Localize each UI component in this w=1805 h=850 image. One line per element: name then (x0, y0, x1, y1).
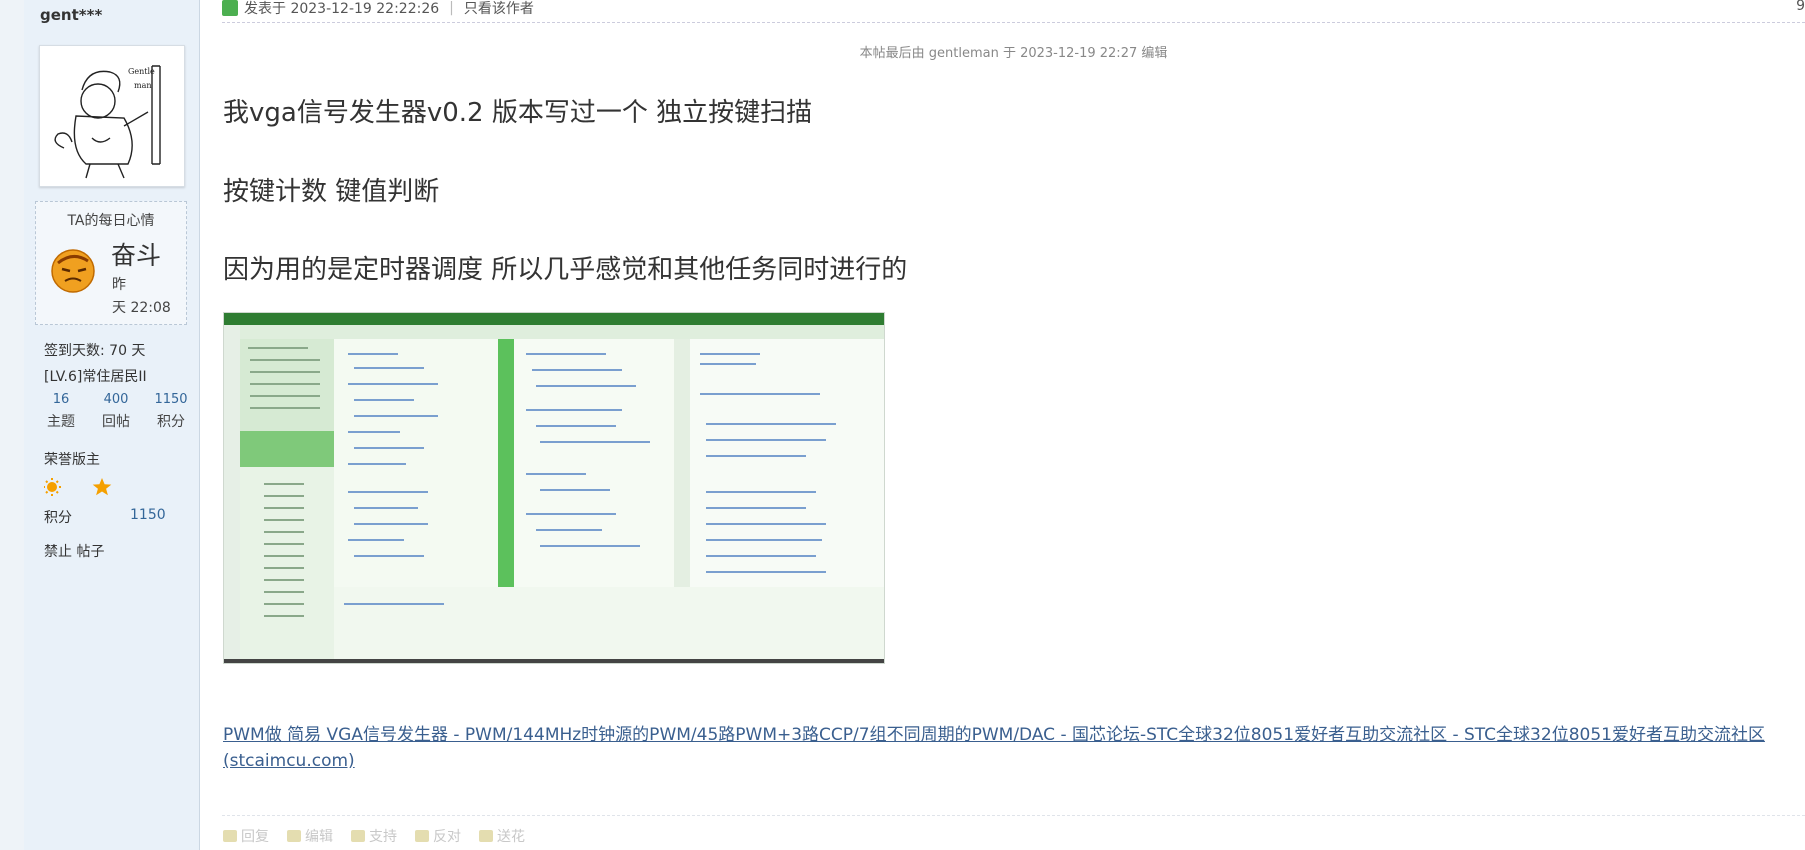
stat-replies-value: 400 (103, 392, 129, 407)
stat-points-value: 1150 (154, 392, 188, 407)
star-icon (92, 478, 112, 496)
user-level[interactable]: [LV.6]常住居民II (44, 366, 147, 386)
support-label: 支持 (369, 829, 397, 845)
oppose-button[interactable]: 反对 (415, 826, 461, 846)
points-label: 积分 (44, 510, 72, 526)
flower-icon (479, 830, 493, 842)
reply-icon (223, 830, 237, 842)
moon-icon (70, 479, 78, 495)
post-line-2: 按键计数 键值判断 (223, 177, 440, 207)
ban-status: 禁止 帖子 (44, 544, 105, 560)
mood-title: TA的每日心情 (67, 213, 155, 229)
edit-button[interactable]: 编辑 (287, 826, 333, 846)
post-line-3: 因为用的是定时器调度 所以几乎感觉和其他任务同时进行的 (223, 255, 908, 285)
avatar-sketch-icon: Gentle man (40, 46, 184, 186)
code-editor-screenshot[interactable] (223, 312, 885, 664)
mood-face-icon (51, 249, 95, 293)
medal-icons (43, 477, 118, 501)
edit-label: 编辑 (305, 829, 333, 845)
stat-topics-label: 主题 (47, 414, 75, 430)
oppose-label: 反对 (433, 829, 461, 845)
meta-divider (222, 22, 1805, 23)
reference-link[interactable]: PWM做 简易 VGA信号发生器 - PWM/144MHz时钟源的PWM/45路… (223, 722, 1783, 774)
svg-text:Gentle: Gentle (128, 67, 155, 76)
avatar[interactable]: Gentle man (39, 45, 185, 187)
author-online-icon (222, 0, 238, 16)
points-value[interactable]: 1150 (130, 507, 166, 523)
stat-points[interactable]: 1150 积分 (146, 392, 196, 431)
honor-title: 荣誉版主 (44, 452, 100, 468)
edit-icon (287, 830, 301, 842)
post-meta: 发表于 2023-12-19 22:22:26 | 只看该作者 (222, 0, 534, 18)
reply-button[interactable]: 回复 (223, 826, 269, 846)
author-sidebar: gent*** Gentle man TA的每日心情 奋斗 昨 天 22:08 … (24, 0, 200, 850)
author-username[interactable]: gent*** (40, 6, 102, 24)
only-author-link[interactable]: 只看该作者 (464, 0, 534, 18)
post-line-1: 我vga信号发生器v0.2 版本写过一个 独立按键扫描 (223, 98, 813, 128)
post-actions: 回复 编辑 支持 反对 送花 (223, 826, 525, 846)
mood-word: 奋斗 (111, 241, 162, 270)
send-flower-label: 送花 (497, 829, 525, 845)
daily-mood-box: TA的每日心情 奋斗 昨 天 22:08 (35, 201, 187, 325)
thumbs-down-icon (415, 830, 429, 842)
stat-points-label: 积分 (157, 414, 185, 430)
reply-label: 回复 (241, 829, 269, 845)
points-row: 积分 1150 (44, 507, 166, 527)
meta-separator: | (449, 0, 454, 16)
send-flower-button[interactable]: 送花 (479, 826, 525, 846)
floor-number[interactable]: 9 (1796, 0, 1805, 14)
thumbs-up-icon (351, 830, 365, 842)
mood-time-line2: 天 22:08 (112, 300, 171, 316)
code-screenshot-image-icon (224, 313, 884, 663)
svg-text:man: man (134, 81, 152, 90)
support-button[interactable]: 支持 (351, 826, 397, 846)
action-divider (222, 815, 1805, 816)
stat-replies-label: 回帖 (102, 414, 130, 430)
stat-replies[interactable]: 400 回帖 (91, 392, 141, 431)
stat-topics[interactable]: 16 主题 (36, 392, 86, 431)
posted-at: 发表于 2023-12-19 22:22:26 (244, 1, 440, 17)
mood-time-line1: 昨 (112, 277, 126, 293)
sun-icon (43, 478, 61, 496)
post-content: 发表于 2023-12-19 22:22:26 | 只看该作者 9 本帖最后由 … (200, 0, 1805, 850)
edit-note: 本帖最后由 gentleman 于 2023-12-19 22:27 编辑 (859, 46, 1168, 61)
stat-topics-value: 16 (52, 392, 70, 407)
left-edge-strip (0, 0, 25, 850)
signin-days: 签到天数: 70 天 (44, 343, 146, 359)
